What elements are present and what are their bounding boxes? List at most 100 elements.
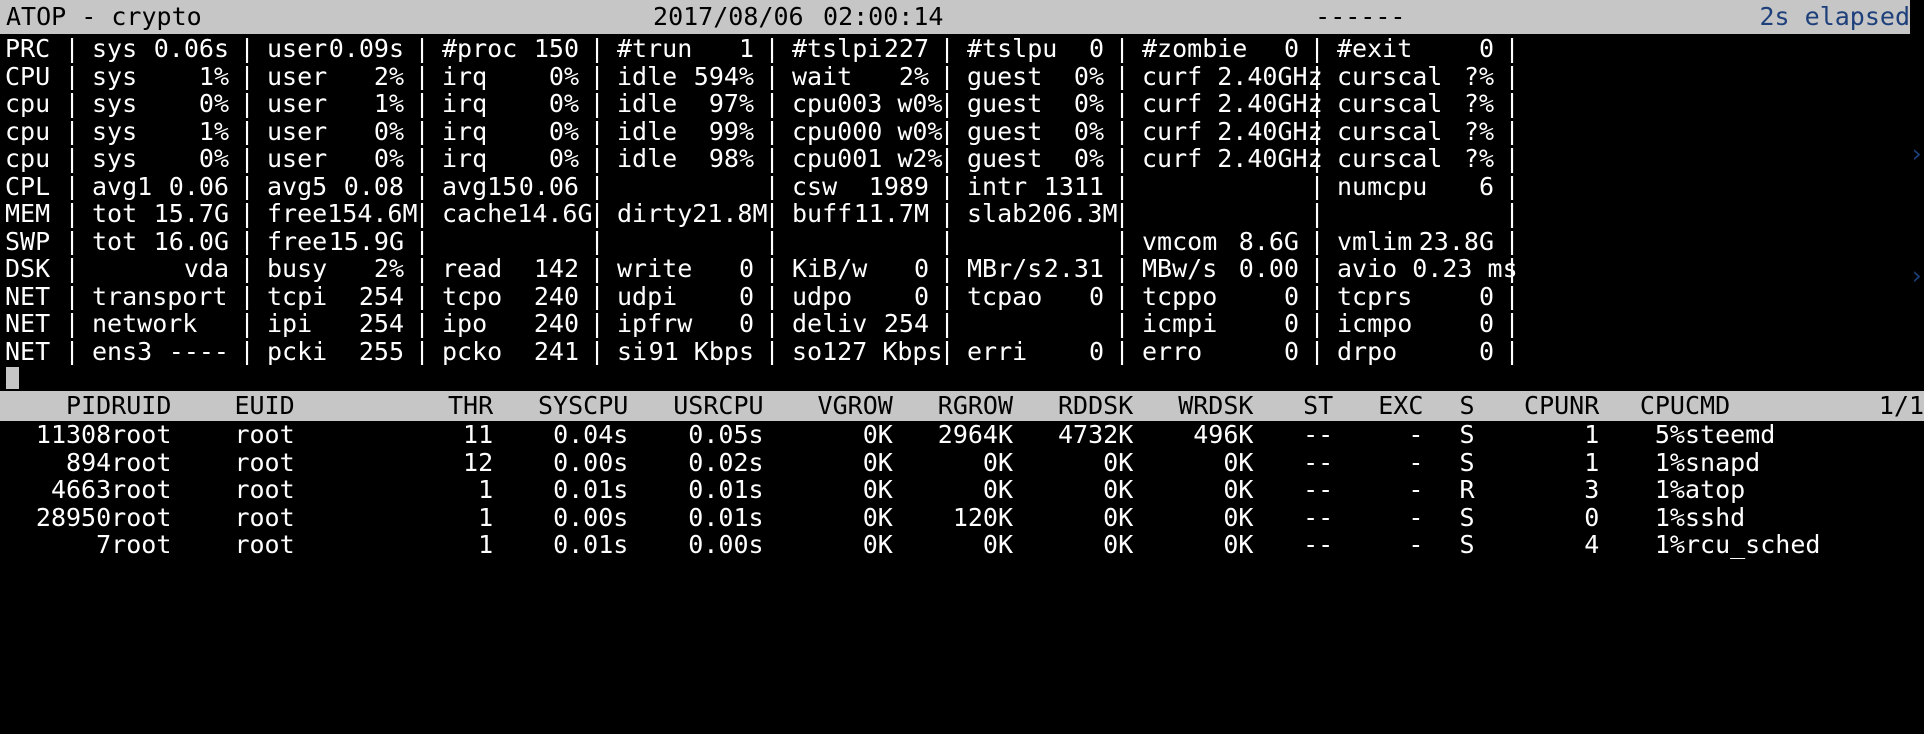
sys-cell-name: erro	[1142, 337, 1203, 365]
sys-cell: tcpi 254	[257, 283, 412, 311]
process-col-header-pid[interactable]: PID	[0, 391, 111, 421]
column-separator: |	[939, 172, 955, 200]
process-cell-cpu: 1%	[1654, 447, 1685, 477]
table-row[interactable]: 11308 root root 11 0.04s 0.05s 0K 2964K 4732K 496…	[0, 421, 1924, 449]
edge-artifact-lower: ›	[1908, 261, 1924, 290]
column-separator: |	[1114, 337, 1130, 365]
system-stats-area: PRC | sys 0.06s | user 0.09s | #proc 150 | #trun 1 | #…	[0, 34, 1924, 365]
process-col-header-exc[interactable]: EXC	[1333, 391, 1423, 421]
sys-cell-value: 0	[1283, 282, 1299, 310]
sys-cell-value: 1	[738, 35, 754, 63]
sys-cell-value: 0%	[373, 145, 404, 173]
sys-cell: guest 0%	[957, 145, 1112, 173]
sys-cell-name: curscal	[1337, 62, 1443, 90]
sys-cell	[432, 228, 587, 256]
process-col-header-cmd[interactable]: CMD	[1685, 391, 1879, 421]
column-separator: |	[64, 62, 80, 90]
sys-cell-value: 127 Kbps	[822, 337, 943, 365]
column-separator: |	[64, 145, 80, 173]
table-row[interactable]: 4663 root root 1 0.01s 0.01s 0K 0K 0K 0K -- - R 3 1% at…	[0, 476, 1924, 504]
pane-scrollbar[interactable]	[0, 365, 1924, 391]
process-col-header-usrcpu[interactable]: USRCPU	[628, 391, 763, 421]
sys-cell: curscal?%	[1327, 118, 1502, 146]
sys-cell	[607, 228, 762, 256]
sys-cell-name: irq	[442, 62, 488, 90]
sys-cell: user 1%	[257, 90, 412, 118]
sys-cell: curf 2.40GHz	[1132, 63, 1323, 91]
process-cell-pad	[1879, 504, 1924, 532]
sys-cell: #tslpu 0	[957, 35, 1112, 63]
sys-cell	[1327, 200, 1502, 228]
column-separator: |	[414, 172, 430, 200]
sys-cell-value: 0.00	[1238, 255, 1299, 283]
column-separator: |	[764, 145, 780, 173]
process-cell-cmd: sshd	[1684, 502, 1746, 532]
column-separator: |	[414, 227, 430, 255]
sys-cell: busy 2%	[257, 255, 412, 283]
sys-cell-name: network	[92, 310, 198, 338]
process-col-header-syscpu[interactable]: SYSCPU	[493, 391, 628, 421]
sys-cell	[607, 173, 762, 201]
sys-cell-value	[967, 310, 1112, 338]
sys-cell-name: deliv	[792, 310, 868, 338]
sys-cell	[957, 310, 1112, 338]
sys-cell: free 15.9G	[257, 228, 412, 256]
sys-cell-name: cache	[442, 200, 518, 228]
process-cell-euid: root	[234, 502, 295, 532]
table-row[interactable]: 7 root root 1 0.01s 0.00s 0K 0K 0K 0K -- - S 4 1% rcu_s…	[0, 531, 1924, 559]
process-cell-euid: root	[234, 530, 295, 559]
column-separator: |	[1309, 200, 1325, 228]
sys-cell: avg1 0.06	[82, 173, 237, 201]
process-col-header-euid[interactable]: EUID	[234, 391, 380, 421]
sys-cell-value: 98%	[708, 145, 754, 173]
process-cell-cpu: 5%	[1654, 420, 1685, 449]
scrollbar-thumb[interactable]	[6, 367, 19, 389]
sys-cell: ens3 ----	[82, 338, 237, 366]
column-separator: |	[1504, 90, 1520, 118]
process-cell-rgrow: 0K	[982, 530, 1014, 559]
sys-cell-value: 1%	[198, 62, 229, 90]
column-separator: |	[939, 200, 955, 228]
process-col-header-thr[interactable]: THR	[380, 391, 493, 421]
sys-cell: curf 2.40GHz	[1132, 118, 1323, 146]
sys-row-swp-7: SWP | tot 16.0G | free 15.9G | | | | | vmcom 8.6G | vml…	[0, 228, 1924, 256]
sys-cell-value: 0	[1478, 35, 1494, 63]
sys-cell: avg15 0.06	[432, 173, 587, 201]
process-col-header-ruid[interactable]: RUID	[111, 391, 234, 421]
process-col-header-vgrow[interactable]: VGROW	[764, 391, 893, 421]
sys-row-cpu-4: cpu | sys 0% | user 0% | irq 0% | idle 98% | cpu001 w2…	[0, 145, 1924, 173]
table-row[interactable]: 28950 root root 1 0.00s 0.01s 0K 120K 0K 0K -- - S 0 1…	[0, 502, 1924, 532]
process-col-header-cpu[interactable]: CPU	[1599, 391, 1685, 421]
sys-cell: write 0	[607, 255, 762, 283]
sys-cell-name: irq	[442, 117, 488, 145]
process-col-header-wrdsk[interactable]: WRDSK	[1133, 391, 1253, 421]
sys-cell-name: user	[267, 117, 328, 145]
process-col-header-rddsk[interactable]: RDDSK	[1013, 391, 1133, 421]
sys-cell: tcppo 0	[1132, 283, 1307, 311]
process-col-header-cpunr[interactable]: CPUNR	[1475, 391, 1599, 421]
sys-cell: guest 0%	[957, 90, 1112, 118]
sys-cell-value: 0.08	[343, 172, 404, 200]
sys-cell: pcki 255	[257, 338, 412, 366]
process-cell-cmd: snapd	[1684, 447, 1761, 477]
column-separator: |	[1309, 282, 1325, 310]
sys-row-cpu-1: CPU | sys 1% | user 2% | irq 0% | idle 594% | wait 2% | g…	[0, 63, 1924, 91]
column-separator: |	[414, 255, 430, 283]
sys-cell-value: 2%	[898, 62, 929, 90]
process-col-header-s[interactable]: S	[1423, 391, 1474, 421]
sys-cell	[1132, 200, 1307, 228]
sys-cell: tcpo 240	[432, 283, 587, 311]
column-separator: |	[1309, 255, 1325, 283]
process-cell-pid: 11308	[35, 420, 112, 449]
process-col-header-st[interactable]: ST	[1253, 391, 1333, 421]
process-cell-rddsk: 0K	[1103, 530, 1134, 559]
sys-cell-name: icmpi	[1142, 310, 1218, 338]
current-time: 02:00:14	[823, 2, 944, 31]
table-row[interactable]: 894 root root 12 0.00s 0.02s 0K 0K 0K 0K -- - S 1 1% sn…	[0, 447, 1924, 477]
sys-cell-name: user	[267, 62, 328, 90]
column-separator: |	[1504, 337, 1520, 365]
sys-row-label: cpu	[5, 145, 51, 173]
column-separator: |	[1504, 62, 1520, 90]
column-separator: |	[764, 255, 780, 283]
process-col-header-rgrow[interactable]: RGROW	[893, 391, 1013, 421]
